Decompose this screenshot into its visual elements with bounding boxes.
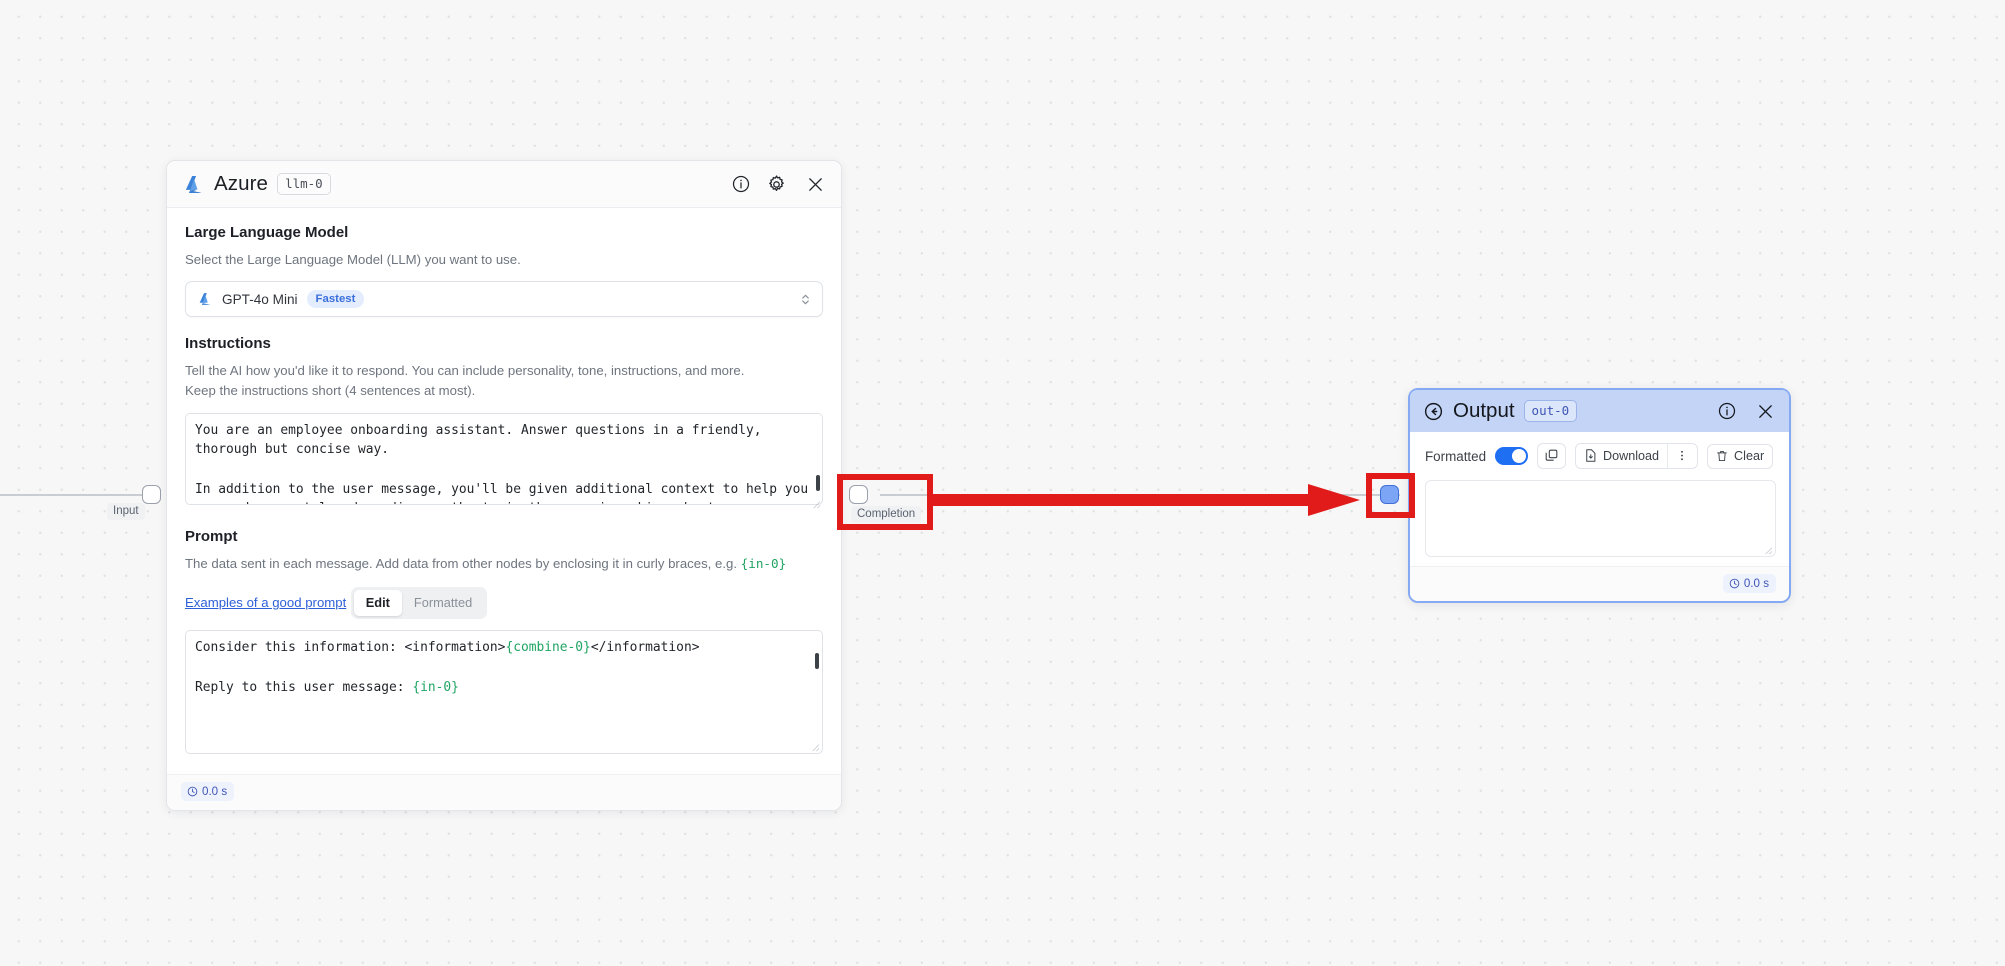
- instructions-textarea-wrap: [185, 412, 823, 510]
- output-timer-value: 0.0 s: [1743, 576, 1769, 590]
- resize-grip-icon[interactable]: [809, 741, 820, 752]
- prompt-line2-token: {in-0}: [412, 679, 459, 695]
- output-node-header: Output out-0: [1410, 390, 1789, 432]
- port-input[interactable]: [142, 485, 161, 504]
- prompt-title: Prompt: [185, 527, 238, 545]
- download-file-icon: [1583, 448, 1598, 463]
- output-node-footer: 0.0 s: [1410, 566, 1789, 601]
- instructions-scrollbar[interactable]: [816, 474, 820, 491]
- port-input-label: Input: [107, 503, 145, 520]
- llm-timer-chip: 0.0 s: [181, 782, 235, 801]
- llm-node-header: Azure llm-0: [167, 161, 841, 208]
- info-icon[interactable]: [731, 174, 751, 194]
- prompt-scrollbar[interactable]: [815, 653, 819, 670]
- chevron-updown-icon: [800, 292, 811, 307]
- close-icon[interactable]: [805, 174, 826, 195]
- tab-formatted[interactable]: Formatted: [402, 590, 484, 616]
- clear-button[interactable]: Clear: [1707, 443, 1774, 469]
- annotation-box-output-input-port: [1366, 473, 1415, 518]
- prompt-description-text: The data sent in each message. Add data …: [185, 555, 741, 571]
- prompt-textarea[interactable]: Consider this information: <information>…: [185, 630, 823, 755]
- llm-node-id-badge: llm-0: [277, 173, 331, 195]
- llm-section-description: Select the Large Language Model (LLM) yo…: [185, 252, 521, 267]
- prompt-line1-pre: Consider this information: <information>: [195, 640, 506, 656]
- annotation-arrow: [930, 484, 1360, 516]
- gear-icon[interactable]: [766, 174, 787, 195]
- output-node-title: Output: [1453, 399, 1515, 422]
- more-options-button[interactable]: [1668, 444, 1697, 468]
- instructions-description-line2: Keep the instructions short (4 sentences…: [185, 383, 476, 399]
- llm-node-body: Large Language Model Select the Large La…: [167, 208, 841, 774]
- llm-section-title: Large Language Model: [185, 224, 349, 241]
- resize-grip-icon[interactable]: [1762, 544, 1773, 555]
- download-label: Download: [1603, 448, 1660, 463]
- formatted-toggle[interactable]: [1495, 447, 1529, 465]
- close-icon[interactable]: [1755, 401, 1776, 422]
- instructions-title: Instructions: [185, 334, 271, 352]
- clock-icon: [187, 786, 198, 797]
- trash-icon: [1715, 449, 1729, 463]
- clock-icon: [1729, 578, 1740, 589]
- formatted-label: Formatted: [1425, 448, 1487, 464]
- output-toolbar: Formatted Download Clear: [1410, 432, 1789, 478]
- output-content-area[interactable]: [1425, 480, 1776, 557]
- llm-node-title: Azure: [214, 172, 269, 195]
- instructions-description: Tell the AI how you'd like it to respond…: [185, 361, 823, 402]
- output-timer-chip: 0.0 s: [1722, 574, 1776, 593]
- azure-logo-icon: [182, 173, 205, 196]
- prompt-description-token: {in-0}: [740, 555, 787, 571]
- edge-wire-input: [0, 494, 150, 496]
- model-select[interactable]: GPT-4o Mini Fastest: [185, 281, 823, 317]
- prompt-line2-pre: Reply to this user message:: [195, 679, 413, 695]
- more-vertical-icon: [1675, 448, 1689, 463]
- output-node-id-badge: out-0: [1523, 400, 1578, 422]
- resize-grip-icon[interactable]: [810, 498, 821, 509]
- annotation-box-completion-port: [837, 474, 933, 530]
- instructions-textarea[interactable]: [185, 412, 823, 505]
- prompt-examples-link[interactable]: Examples of a good prompt: [185, 595, 346, 610]
- prompt-mode-tabs[interactable]: Edit Formatted: [350, 587, 488, 620]
- azure-logo-icon: [197, 291, 213, 307]
- back-arrow-icon[interactable]: [1423, 401, 1444, 422]
- llm-timer-value: 0.0 s: [202, 784, 228, 798]
- tab-edit[interactable]: Edit: [353, 590, 402, 617]
- output-node[interactable]: Output out-0 Formatted Download Clear 0.…: [1408, 388, 1791, 603]
- model-speed-badge: Fastest: [306, 290, 365, 308]
- llm-node-azure[interactable]: Azure llm-0 Large Language Model Select …: [166, 160, 842, 811]
- prompt-line1-token: {combine-0}: [505, 640, 591, 656]
- download-group[interactable]: Download: [1575, 443, 1699, 469]
- prompt-description: The data sent in each message. Add data …: [185, 554, 823, 574]
- copy-button[interactable]: [1537, 443, 1567, 469]
- download-button[interactable]: Download: [1576, 444, 1667, 468]
- copy-icon: [1544, 448, 1559, 463]
- clear-label: Clear: [1734, 448, 1765, 463]
- model-select-value: GPT-4o Mini: [222, 291, 298, 307]
- prompt-line1-post: </information>: [590, 640, 700, 656]
- info-icon[interactable]: [1717, 401, 1737, 421]
- instructions-description-line1: Tell the AI how you'd like it to respond…: [185, 362, 745, 378]
- llm-node-footer: 0.0 s: [167, 774, 841, 810]
